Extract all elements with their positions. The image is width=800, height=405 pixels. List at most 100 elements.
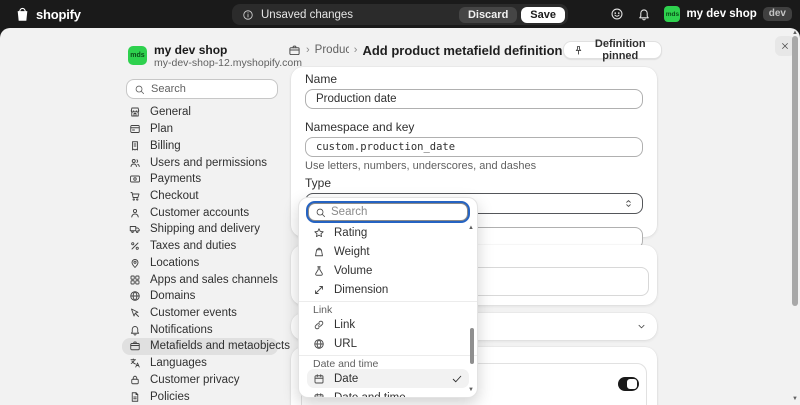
shopify-bag-icon — [14, 6, 31, 23]
topbar: shopify Unsaved changes Discard Save mds… — [0, 0, 800, 28]
apps-icon — [129, 274, 141, 286]
shopify-logo[interactable]: shopify — [14, 6, 81, 23]
type-label: Type — [305, 176, 332, 190]
sidebar-item-locations[interactable]: Locations — [122, 254, 278, 271]
calendar-clock-icon — [313, 392, 325, 397]
sidebar-item-customer-accounts[interactable]: Customer accounts — [122, 204, 278, 221]
breadcrumb-parent[interactable]: Products — [315, 44, 349, 56]
sidebar-item-label: Domains — [150, 290, 196, 303]
type-option-label: Volume — [334, 264, 373, 277]
notifications-bell-icon[interactable] — [637, 7, 651, 21]
sidebar-item-label: Policies — [150, 390, 190, 403]
users-icon — [129, 157, 141, 169]
type-option-label: Weight — [334, 245, 370, 258]
sidebar-item-label: Locations — [150, 256, 200, 269]
location-icon — [129, 257, 141, 269]
toggle-switch[interactable] — [618, 377, 639, 391]
chevron-down-icon — [636, 321, 647, 332]
sidebar-item-customer-privacy[interactable]: Customer privacy — [122, 372, 278, 389]
shopify-wordmark: shopify — [36, 6, 81, 22]
dimension-icon — [313, 284, 325, 296]
settings-search-input[interactable] — [151, 83, 270, 95]
weight-icon — [313, 246, 325, 258]
page-scrollbar-thumb[interactable] — [792, 36, 798, 306]
metafields-icon — [129, 340, 141, 352]
discard-button[interactable]: Discard — [458, 6, 518, 23]
sidebar-item-label: Billing — [150, 139, 181, 152]
type-search-input[interactable] — [331, 206, 461, 218]
settings-search[interactable] — [126, 79, 278, 99]
type-option-url[interactable]: URL — [307, 334, 469, 353]
sidebar-item-general[interactable]: General — [122, 104, 278, 121]
checkout-icon — [129, 190, 141, 202]
sidebar-item-label: Apps and sales channels — [150, 273, 278, 286]
sidebar-item-label: Plan — [150, 123, 174, 136]
type-search[interactable] — [308, 203, 468, 221]
sidebar-item-checkout[interactable]: Checkout — [122, 188, 278, 205]
settings-modal: mds my dev shop my-dev-shop-12.myshopify… — [0, 28, 800, 405]
dropdown-scroll-up-arrow[interactable]: ▲ — [468, 225, 474, 231]
type-option-label: Rating — [334, 226, 368, 239]
breadcrumb-separator: › — [306, 44, 310, 56]
type-dropdown: Rating Weight Volume Dimension Link Link URL Da… — [298, 197, 478, 398]
sidebar-item-metafields-and-metaobjects[interactable]: Metafields and metaobjects — [122, 338, 290, 355]
type-option-date[interactable]: Date — [307, 369, 469, 388]
account-menu[interactable]: mds my dev shop dev — [664, 6, 792, 22]
cursor-icon — [129, 307, 141, 319]
inbox-icon[interactable] — [610, 7, 624, 21]
store-icon — [129, 106, 141, 118]
toggle-knob — [627, 379, 637, 389]
sidebar-item-users-and-permissions[interactable]: Users and permissions — [122, 154, 278, 171]
check-icon — [451, 373, 463, 385]
dropdown-scroll-down-arrow[interactable]: ▼ — [468, 387, 474, 393]
sidebar-item-customer-events[interactable]: Customer events — [122, 305, 278, 322]
dev-environment-badge: dev — [762, 7, 792, 21]
sidebar-item-label: Shipping and delivery — [150, 223, 260, 236]
metafields-icon — [288, 44, 301, 57]
namespace-label: Namespace and key — [305, 120, 415, 134]
name-input[interactable] — [305, 89, 643, 109]
dropdown-scrollbar-thumb[interactable] — [470, 328, 474, 364]
sidebar-item-shipping-and-delivery[interactable]: Shipping and delivery — [122, 221, 278, 238]
sidebar-item-notifications[interactable]: Notifications — [122, 321, 278, 338]
payments-icon — [129, 173, 141, 185]
globe-icon — [129, 290, 141, 302]
page-scroll-down-arrow[interactable]: ▼ — [792, 396, 798, 402]
sidebar-item-payments[interactable]: Payments — [122, 171, 278, 188]
unsaved-changes-bar: Unsaved changes Discard Save — [232, 4, 568, 25]
type-option-volume[interactable]: Volume — [307, 261, 469, 280]
translate-icon — [129, 357, 141, 369]
type-option-weight[interactable]: Weight — [307, 242, 469, 261]
sidebar-item-apps-and-sales-channels[interactable]: Apps and sales channels — [122, 271, 278, 288]
taxes-icon — [129, 240, 141, 252]
definition-pinned-label: Definition pinned — [594, 38, 646, 62]
sidebar-item-plan[interactable]: Plan — [122, 121, 278, 138]
sidebar-store-domain: my-dev-shop-12.myshopify.com — [154, 57, 303, 69]
type-option-link[interactable]: Link — [307, 315, 469, 334]
page-header: › Products › Add product metafield defin… — [288, 38, 662, 62]
type-option-label: Date — [334, 372, 359, 385]
namespace-help-text: Use letters, numbers, underscores, and d… — [305, 160, 537, 172]
sidebar-item-label: Languages — [150, 357, 207, 370]
billing-icon — [129, 140, 141, 152]
select-arrows-icon — [623, 198, 634, 209]
sidebar-item-domains[interactable]: Domains — [122, 288, 278, 305]
unsaved-changes-label: Unsaved changes — [261, 8, 354, 21]
shipping-icon — [129, 223, 141, 235]
globe-icon — [313, 338, 325, 350]
page-title: Add product metafield definition — [362, 42, 563, 58]
definition-pinned-button[interactable]: Definition pinned — [562, 38, 662, 62]
star-icon — [313, 227, 325, 239]
sidebar-item-label: Customer events — [150, 306, 237, 319]
sidebar-item-languages[interactable]: Languages — [122, 355, 278, 372]
type-option-date-and-time[interactable]: Date and time — [307, 388, 469, 397]
namespace-key-input[interactable] — [305, 137, 643, 157]
type-option-rating[interactable]: Rating — [307, 223, 469, 242]
sidebar-item-taxes-and-duties[interactable]: Taxes and duties — [122, 238, 278, 255]
sidebar-item-billing[interactable]: Billing — [122, 137, 278, 154]
save-button[interactable]: Save — [521, 6, 565, 23]
pin-icon — [573, 45, 584, 56]
type-option-dimension[interactable]: Dimension — [307, 280, 469, 299]
sidebar-item-policies[interactable]: Policies — [122, 388, 278, 405]
document-icon — [129, 391, 141, 403]
